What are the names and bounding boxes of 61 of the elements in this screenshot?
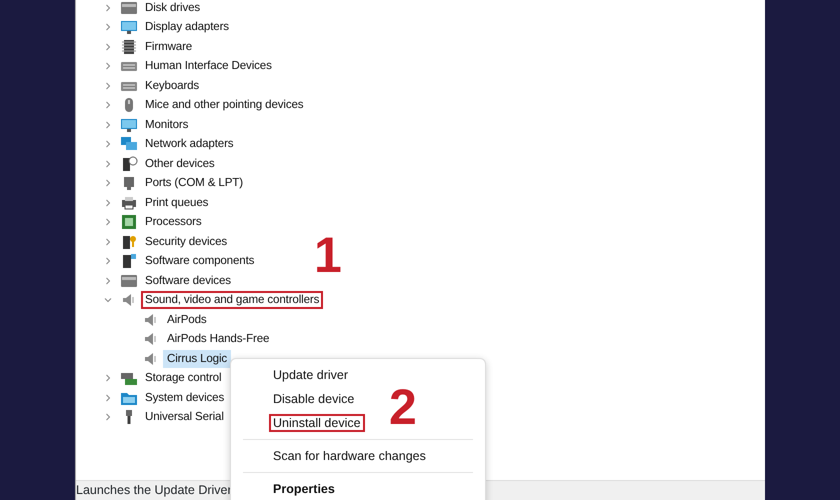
expand-chevron-icon[interactable] <box>104 276 112 285</box>
network-icon <box>120 136 138 152</box>
printer-icon <box>120 194 138 211</box>
tree-item[interactable]: Network adapters <box>141 135 238 154</box>
monitor-icon <box>120 19 138 36</box>
step-number: 2 <box>389 382 417 432</box>
tree-item[interactable]: Monitors <box>141 116 192 134</box>
tree-item[interactable]: AirPods <box>163 310 211 329</box>
chip-icon <box>120 38 138 55</box>
tree-item[interactable]: Keyboards <box>141 76 204 95</box>
status-text: Launches the Update Driver <box>76 482 232 500</box>
drive-icon <box>120 272 138 289</box>
storage-icon <box>120 370 138 386</box>
tree-item[interactable]: Processors <box>141 213 206 232</box>
expand-chevron-icon[interactable] <box>104 120 112 129</box>
tree-item[interactable]: System devices <box>141 388 228 407</box>
tree-item[interactable]: Software devices <box>141 272 235 290</box>
tree-item[interactable]: AirPods Hands-Free <box>163 330 274 348</box>
tree-item[interactable]: Cirrus Logic <box>163 350 232 368</box>
expand-chevron-icon[interactable] <box>104 394 112 402</box>
expand-chevron-icon[interactable] <box>104 179 112 188</box>
expand-chevron-icon[interactable] <box>104 198 112 207</box>
menu-item[interactable]: Scan for hardware changes <box>269 447 430 465</box>
menu-item[interactable]: Disable device <box>269 390 358 408</box>
expand-chevron-icon[interactable] <box>104 82 112 90</box>
tree-item[interactable]: Print queues <box>141 194 212 212</box>
step-number: 1 <box>314 230 342 280</box>
expand-chevron-icon[interactable] <box>104 62 112 70</box>
tree-item[interactable]: Security devices <box>141 232 232 251</box>
expand-chevron-icon[interactable] <box>104 23 112 32</box>
expand-chevron-icon[interactable] <box>104 140 112 148</box>
tree-item[interactable]: Firmware <box>141 38 196 56</box>
menu-item[interactable]: Uninstall device <box>269 414 365 432</box>
menu-item[interactable]: Properties <box>269 480 339 498</box>
expand-chevron-icon[interactable] <box>104 218 112 226</box>
monitor-icon <box>120 116 138 133</box>
tree-item[interactable]: Software components <box>141 252 258 270</box>
tree-item[interactable]: Human Interface Devices <box>141 57 276 76</box>
drive-icon <box>120 0 138 16</box>
tree-item[interactable]: Disk drives <box>141 0 204 17</box>
expand-chevron-icon[interactable] <box>104 101 112 110</box>
tree-item[interactable]: Mice and other pointing devices <box>141 96 308 114</box>
expand-chevron-icon[interactable] <box>104 160 112 168</box>
question-device-icon <box>120 156 138 172</box>
processor-icon <box>120 214 138 230</box>
expand-chevron-icon[interactable] <box>104 374 112 382</box>
expand-chevron-icon[interactable] <box>104 257 112 266</box>
menu-item[interactable]: Update driver <box>269 366 352 384</box>
component-icon <box>120 253 138 270</box>
key-device-icon <box>120 234 138 250</box>
expand-chevron-icon[interactable] <box>104 42 112 51</box>
tree-item[interactable]: Sound, video and game controllers <box>141 291 324 310</box>
tree-item[interactable]: Other devices <box>141 154 219 173</box>
expand-chevron-icon[interactable] <box>104 413 112 422</box>
expand-chevron-icon[interactable] <box>104 238 112 246</box>
tree-item[interactable]: Storage control <box>141 369 226 388</box>
tree-item[interactable]: Universal Serial <box>141 408 228 426</box>
tree-item[interactable]: Display adapters <box>141 18 233 36</box>
tree-item[interactable]: Ports (COM & LPT) <box>141 174 247 192</box>
expand-chevron-icon[interactable] <box>104 4 112 12</box>
collapse-chevron-icon[interactable] <box>104 296 112 304</box>
